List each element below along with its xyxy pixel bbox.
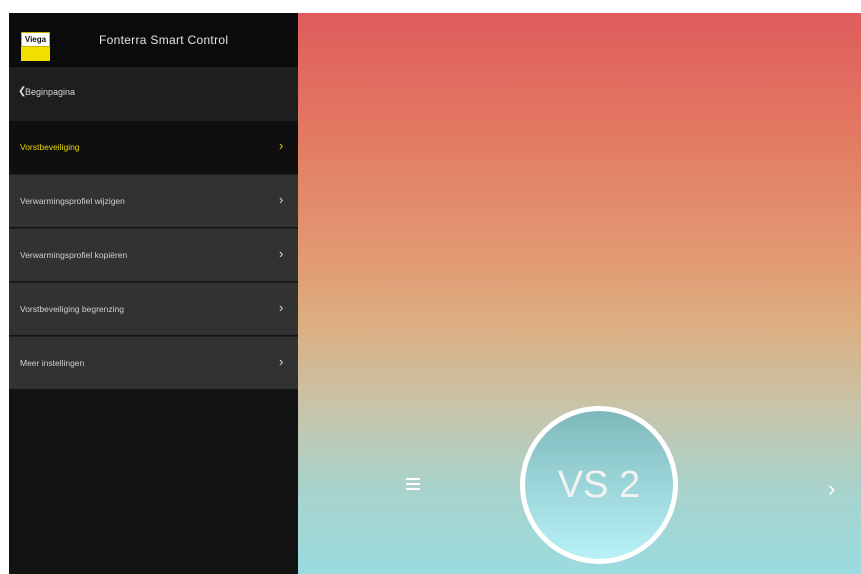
chevron-right-icon: › [279,300,284,315]
menu-item-verwarmingsprofiel-wijzigen[interactable]: Verwarmingsprofiel wijzigen › [9,174,298,227]
app-window: Viega Fonterra Smart Control ❮ Beginpagi… [9,13,861,574]
menu-item-label: Verwarmingsprofiel wijzigen [20,196,125,206]
logo-text: Viega [21,32,50,47]
chevron-right-icon[interactable]: › [828,476,835,502]
menu-item-label: Meer instellingen [20,358,85,368]
sidebar-header: Viega Fonterra Smart Control [9,13,298,67]
zone-button[interactable]: VS 2 [520,406,678,564]
viega-logo: Viega [21,32,50,65]
back-label: Beginpagina [25,87,76,97]
chevron-right-icon: › [279,138,284,153]
hamburger-menu-icon[interactable] [406,478,422,494]
menu-item-verwarmingsprofiel-kopieren[interactable]: Verwarmingsprofiel kopiëren › [9,228,298,281]
app-title: Fonterra Smart Control [99,33,229,47]
chevron-right-icon: › [279,192,284,207]
chevron-right-icon: › [279,246,284,261]
sidebar: Viega Fonterra Smart Control ❮ Beginpagi… [9,13,298,574]
main-panel: VS 2 › [298,13,861,574]
logo-bar [21,47,50,61]
menu-item-label: Vorstbeveiliging [20,142,80,152]
zone-label: VS 2 [557,464,641,506]
menu-item-vorstbeveiliging-begrenzing[interactable]: Vorstbeveiliging begrenzing › [9,282,298,335]
menu-item-label: Verwarmingsprofiel kopiëren [20,250,128,260]
menu-item-label: Vorstbeveiliging begrenzing [20,304,124,314]
menu-item-vorstbeveiliging[interactable]: Vorstbeveiliging › [9,120,298,173]
chevron-right-icon: › [279,354,284,369]
menu-item-meer-instellingen[interactable]: Meer instellingen › [9,336,298,389]
back-button[interactable]: ❮ Beginpagina [9,67,298,120]
